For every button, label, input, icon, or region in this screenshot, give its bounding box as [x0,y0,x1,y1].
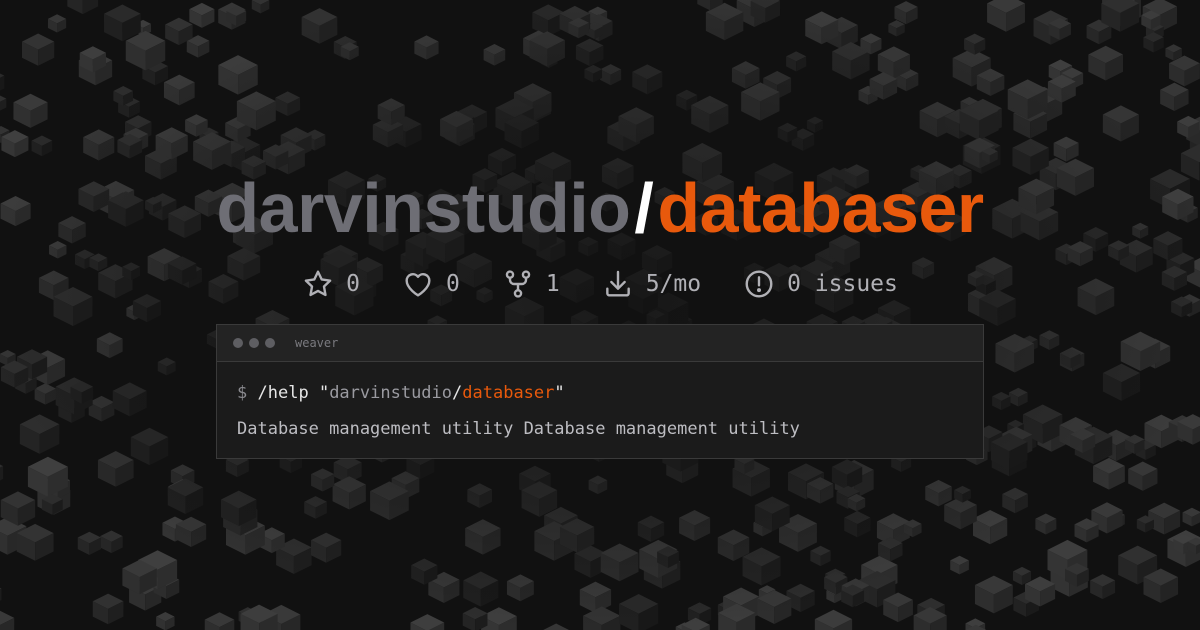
terminal-arg-owner: darvinstudio [329,383,453,403]
terminal-output: Database management utility Database man… [237,419,800,439]
terminal-window-name: weaver [295,336,339,350]
window-dot-minimize [249,338,259,348]
repo-separator: / [634,169,654,247]
window-dot-close [233,338,243,348]
terminal-arg-repo: databaser [462,383,555,403]
cube-pattern-background [0,0,1200,630]
stat-forks: 1 [502,268,560,300]
background-vignette [0,0,1200,630]
terminal-command: /help [257,383,309,403]
issue-icon [745,270,773,298]
terminal-body: $ /help "darvinstudio/databaser" Databas… [217,362,983,442]
repo-name: databaser [657,169,984,247]
terminal-arg-separator: / [452,383,463,403]
terminal-prompt: $ [237,383,248,403]
repo-stats: 0 0 1 5/mo 0 issues [0,264,1200,304]
stat-issues: 0 issues [743,268,898,300]
terminal-window: weaver $ /help "darvinstudio/databaser" … [216,324,984,459]
stat-likes: 0 [402,268,460,300]
stat-forks-value: 1 [545,271,560,297]
repo-title: darvinstudio/databaser [0,166,1200,250]
stat-stars: 0 [302,268,360,300]
terminal-quote-close: " [554,383,565,403]
window-dot-maximize [265,338,275,348]
repo-owner: darvinstudio [216,169,631,247]
stat-issues-value: 0 issues [787,271,898,297]
terminal-quote-open: " [318,383,330,403]
heart-icon [405,273,431,297]
stat-stars-value: 0 [346,271,360,297]
stat-likes-value: 0 [445,271,460,297]
star-icon [304,270,332,297]
fork-icon [505,270,531,298]
terminal-command-line: $ /help "darvinstudio/databaser" [237,380,963,406]
stat-downloads-value: 5/mo [645,271,702,297]
terminal-title-bar: weaver [217,325,983,362]
download-icon [605,270,630,297]
stat-downloads: 5/mo [602,268,701,300]
